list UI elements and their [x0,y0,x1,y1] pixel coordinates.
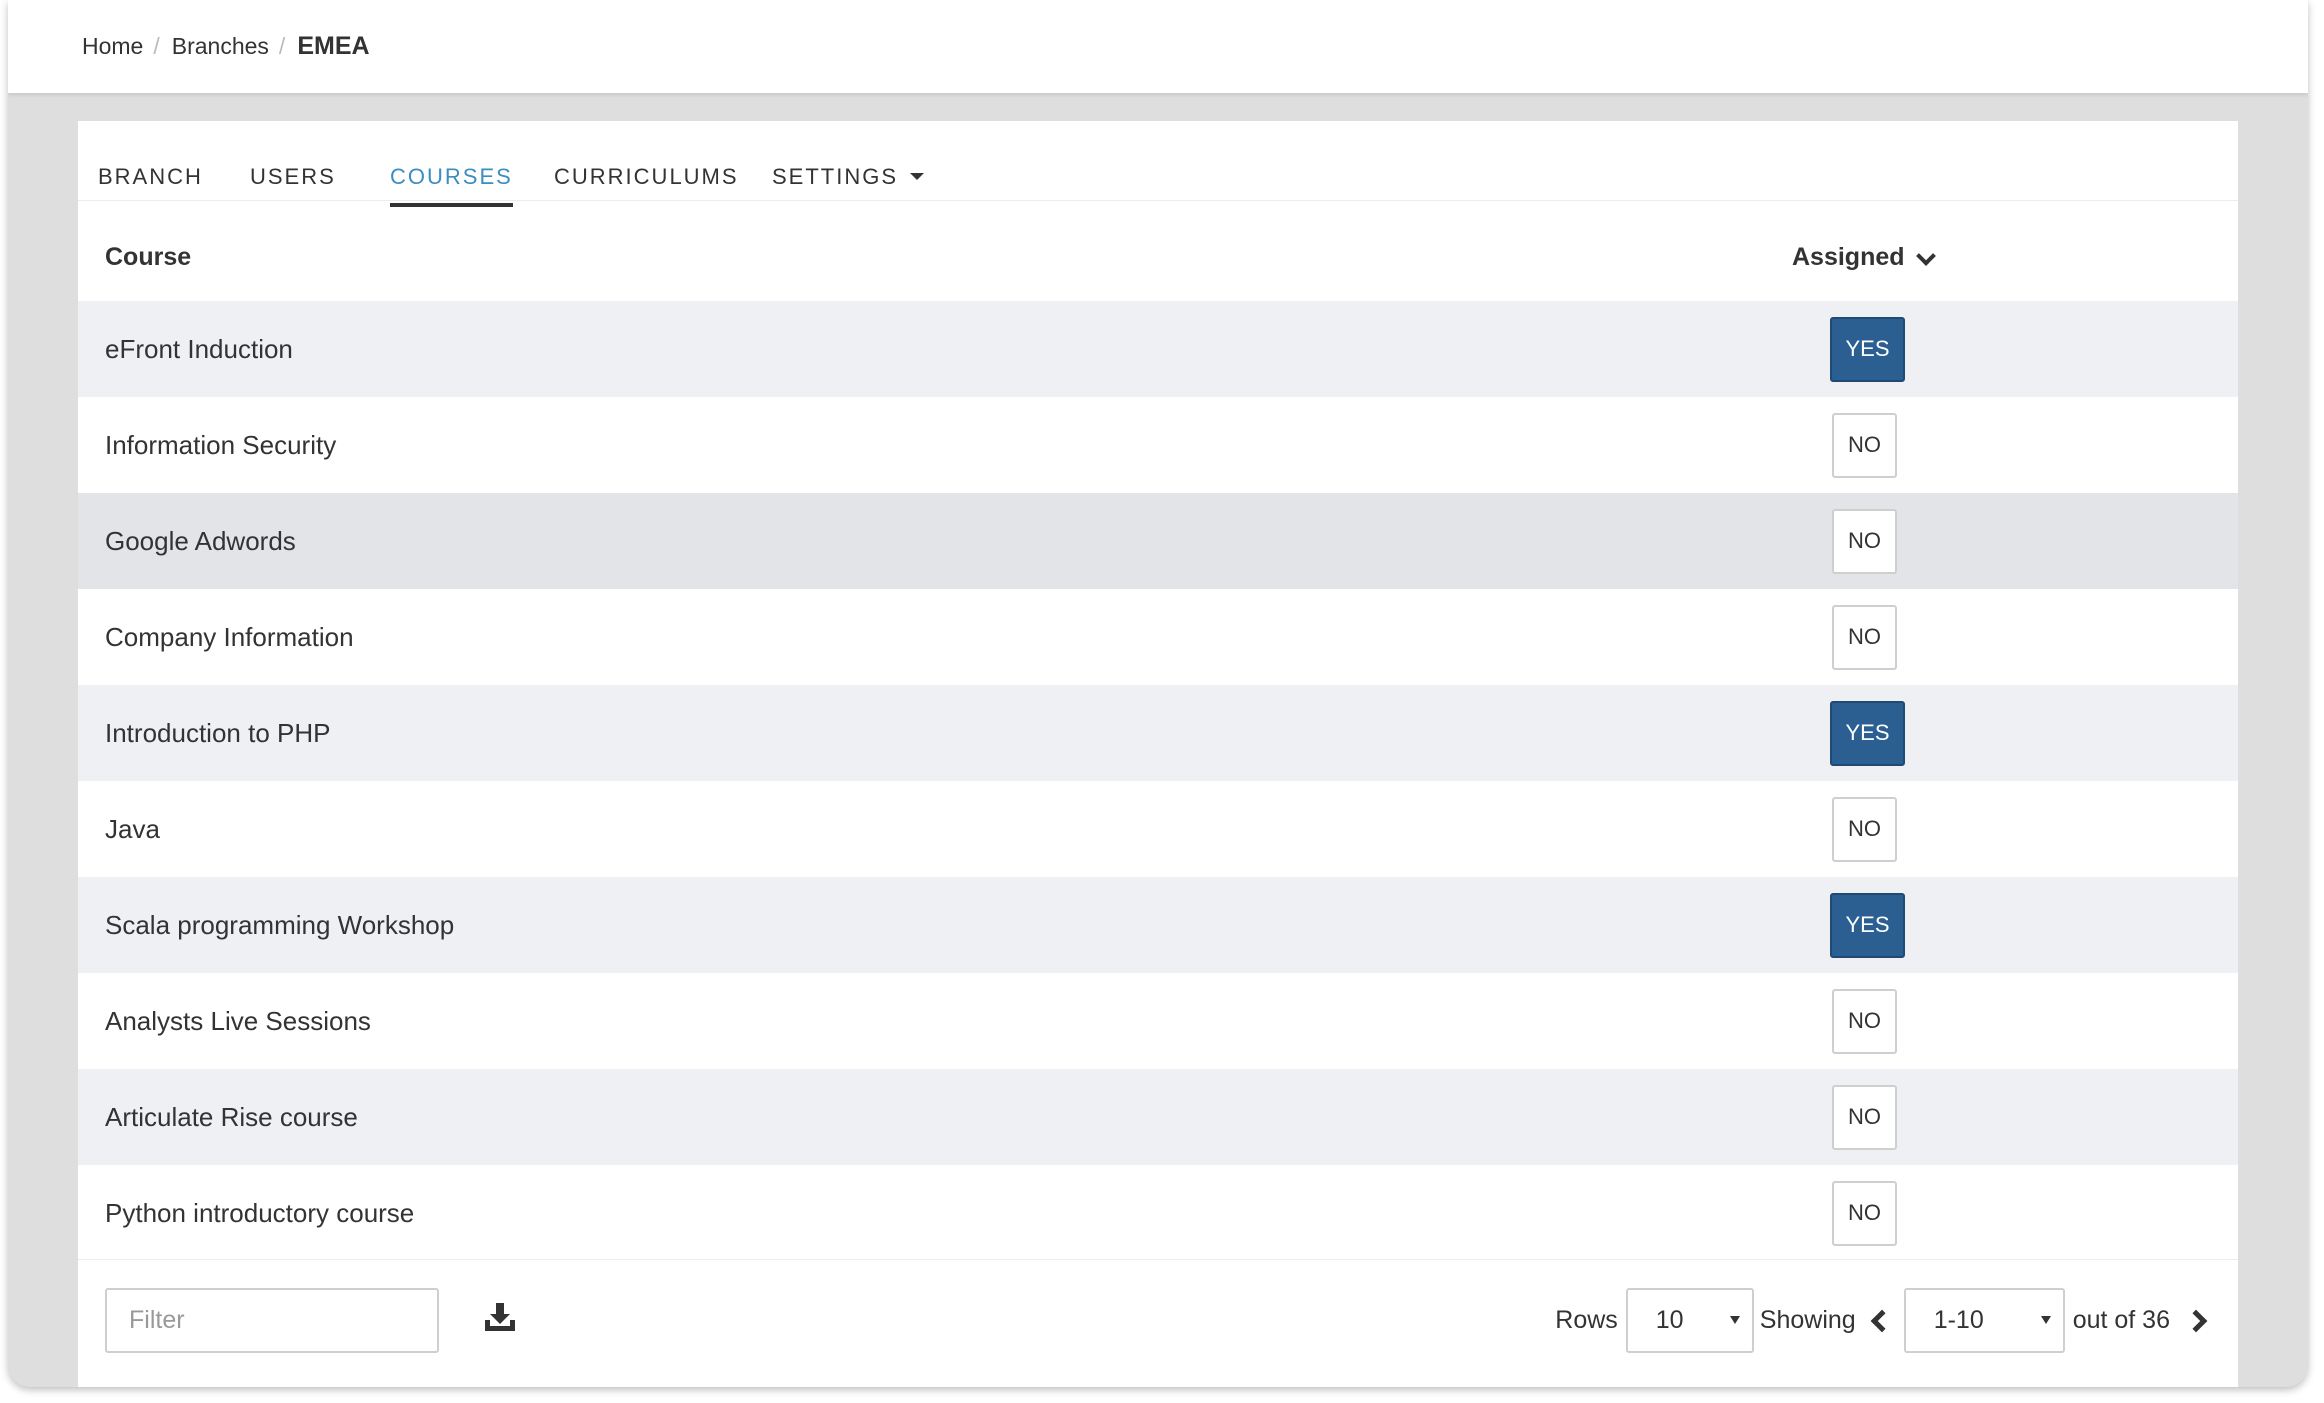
table-row: eFront Induction YES [78,301,2238,397]
table-row: Python introductory course NO [78,1165,2238,1261]
assigned-toggle[interactable]: NO [1832,412,1897,478]
dropdown-arrow-icon [2040,1316,2051,1324]
course-name: eFront Induction [105,333,293,364]
course-name: Analysts Live Sessions [105,1005,371,1036]
chevron-right-icon[interactable] [2184,1309,2208,1332]
tab-branch[interactable]: BRANCH [98,164,203,203]
table-footer: Rows 10 Showing 1-10 out of 36 [78,1259,2238,1387]
course-name: Company Information [105,621,354,652]
assigned-toggle[interactable]: NO [1832,988,1897,1054]
column-header-assigned-label: Assigned [1792,243,1905,271]
tab-curriculums[interactable]: CURRICULUMS [554,164,739,203]
breadcrumb-home[interactable]: Home [82,33,143,60]
page-range-value: 1-10 [1933,1306,1984,1334]
download-icon[interactable] [481,1298,519,1336]
assigned-toggle[interactable]: YES [1830,700,1905,766]
app-window: Home / Branches / EMEA BRANCH USERS COUR… [8,0,2308,1387]
rows-label: Rows [1555,1306,1618,1334]
table-row: Scala programming Workshop YES [78,877,2238,973]
breadcrumb-separator: / [278,33,286,59]
assigned-toggle[interactable]: NO [1832,604,1897,670]
tab-bar: BRANCH USERS COURSES CURRICULUMS SETTING… [78,121,2238,207]
breadcrumb: Home / Branches / EMEA [82,32,370,61]
assigned-toggle[interactable]: YES [1830,316,1905,382]
total-count-label: out of 36 [2072,1306,2170,1334]
course-name: Google Adwords [105,525,296,556]
assigned-toggle[interactable]: NO [1832,796,1897,862]
table-header: Course Assigned [78,201,2238,301]
course-name: Scala programming Workshop [105,909,455,940]
breadcrumb-branches[interactable]: Branches [172,33,269,60]
table-row: Information Security NO [78,397,2238,493]
column-header-course[interactable]: Course [105,243,191,272]
chevron-left-icon[interactable] [1870,1309,1894,1332]
table-row: Introduction to PHP YES [78,685,2238,781]
table-row: Analysts Live Sessions NO [78,973,2238,1069]
top-bar: Home / Branches / EMEA [8,0,2308,93]
rows-per-page-select[interactable]: 10 [1625,1288,1754,1353]
course-name: Java [105,813,160,844]
course-table-body: eFront Induction YES Information Securit… [78,301,2238,1261]
table-row: Google Adwords NO [78,493,2238,589]
table-row: Articulate Rise course NO [78,1069,2238,1165]
assigned-toggle[interactable]: YES [1830,892,1905,958]
filter-input[interactable] [105,1288,439,1353]
breadcrumb-separator: / [153,33,160,59]
assigned-toggle[interactable]: NO [1832,508,1897,574]
showing-label: Showing [1759,1306,1856,1334]
table-row: Java NO [78,781,2238,877]
course-name: Introduction to PHP [105,717,331,748]
course-name: Information Security [105,429,337,460]
assigned-toggle[interactable]: NO [1832,1084,1897,1150]
rows-per-page-value: 10 [1655,1306,1684,1334]
caret-down-icon [910,172,925,180]
assigned-toggle[interactable]: NO [1832,1180,1897,1246]
table-row: Company Information NO [78,589,2238,685]
course-name: Articulate Rise course [105,1101,358,1132]
content-card: BRANCH USERS COURSES CURRICULUMS SETTING… [78,121,2238,1387]
course-name: Python introductory course [105,1197,415,1228]
pagination: Rows 10 Showing 1-10 out of 36 [1555,1288,2208,1353]
tab-users[interactable]: USERS [250,164,336,203]
page-range-select[interactable]: 1-10 [1903,1288,2065,1353]
dropdown-arrow-icon [1729,1316,1740,1324]
breadcrumb-current: EMEA [297,32,370,60]
column-header-assigned[interactable]: Assigned [1792,243,1936,272]
chevron-down-icon [1915,245,1936,266]
tab-settings-label: SETTINGS [772,164,899,189]
tab-settings[interactable]: SETTINGS [772,164,925,203]
